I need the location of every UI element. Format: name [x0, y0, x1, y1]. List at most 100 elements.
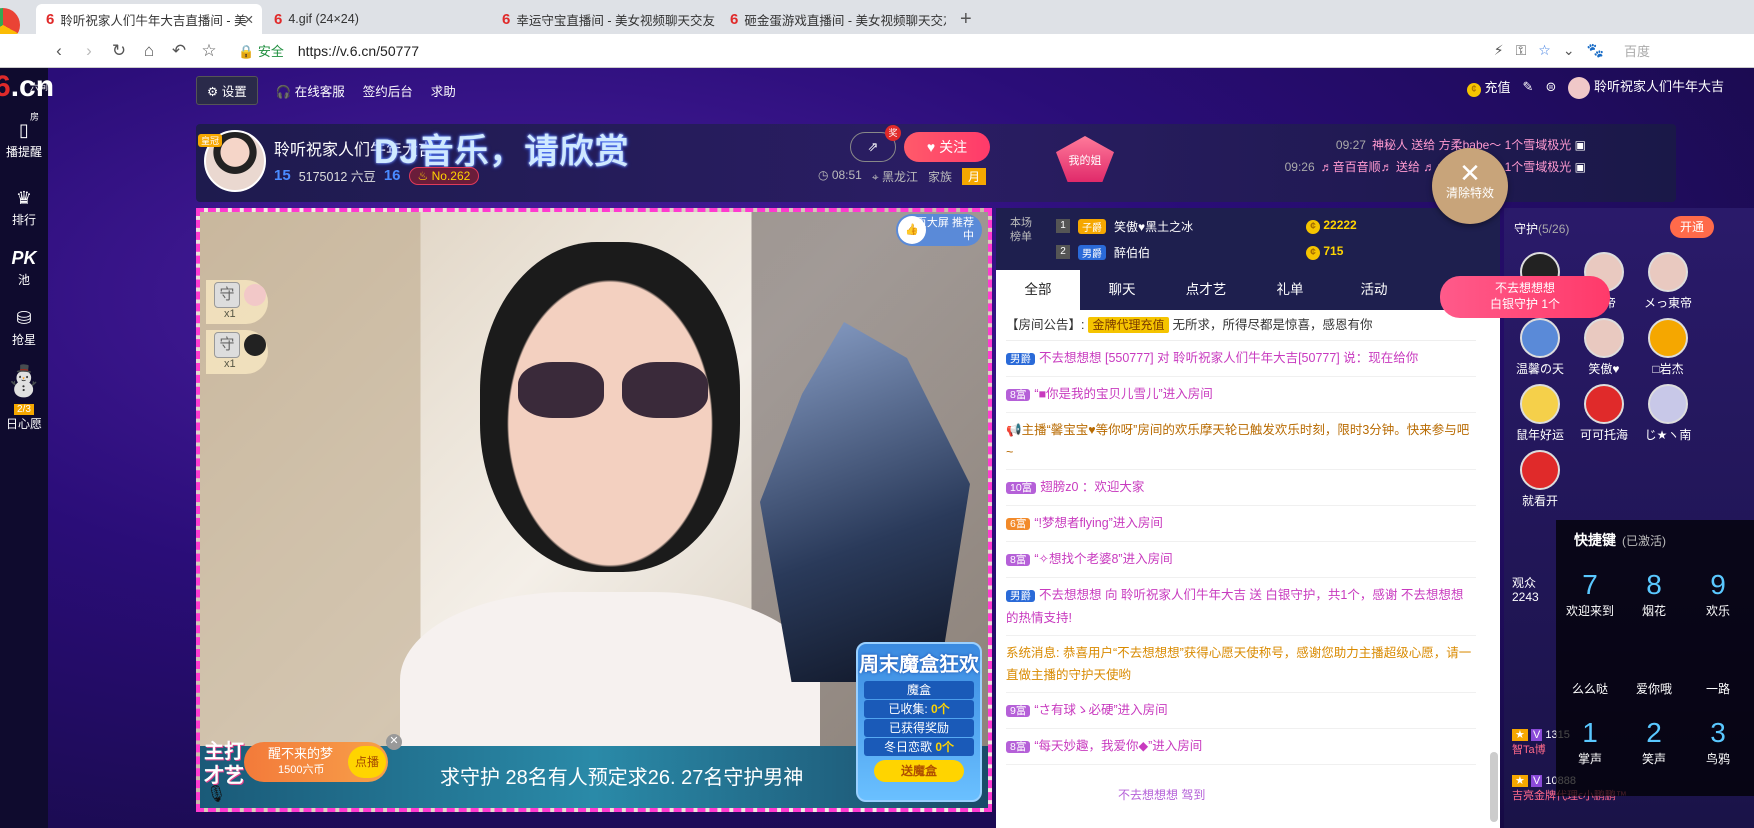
chat-list: 【房间公告】: 金牌代理充值 无所求，所得尽都是惊喜，感恩有你 男爵 不去想想想 [5…: [996, 310, 1486, 828]
nav-wish[interactable]: ⛄ 2/3 日心愿: [0, 364, 48, 432]
shortcut-key[interactable]: 9 欢乐: [1688, 568, 1748, 619]
gift-feed-item: 09:27 神秘人 送给 方柔babe～ 1个雪域极光 ▣: [1335, 138, 1586, 152]
new-tab-icon[interactable]: +: [960, 4, 972, 34]
shortcut-key[interactable]: 一路: [1688, 646, 1748, 697]
mic-icon[interactable]: 🎙: [206, 784, 226, 804]
browser-tab-2[interactable]: 6 4.gif (24×24): [264, 4, 490, 34]
stream-time: ◷ 08:51: [818, 168, 862, 182]
undo-icon[interactable]: ↶: [164, 41, 194, 61]
guard-member[interactable]: 就看开: [1510, 450, 1570, 509]
rank-board: 本场 榜单 1 子爵 笑傲♥黑土之冰 ¢ 22222 2 男爵 醉伯伯 ¢ 715: [996, 208, 1500, 270]
search-engine-input[interactable]: 百度: [1624, 41, 1744, 60]
tab-gifts[interactable]: 礼单: [1248, 270, 1332, 310]
close-icon[interactable]: ✕: [386, 734, 402, 750]
recharge-link[interactable]: ¢ 充值: [1466, 77, 1511, 98]
shortcut-key[interactable]: 爱你哦: [1624, 646, 1684, 697]
address-bar: ‹ › ↻ ⌂ ↶ ☆ 🔒 安全 https://v.6.cn/50777 ⚡ …: [0, 34, 1754, 68]
shortcut-key[interactable]: 3 鸟鸦: [1688, 716, 1748, 767]
v-icon: V: [1530, 775, 1543, 787]
chat-panel: 本场 榜单 1 子爵 笑傲♥黑土之冰 ¢ 22222 2 男爵 醉伯伯 ¢ 715 全部 聊…: [996, 208, 1500, 828]
audience-count[interactable]: 观众 2243: [1512, 576, 1539, 604]
reload-icon[interactable]: ↻: [104, 41, 134, 61]
featured-badge[interactable]: 👍 首页大屏 推荐中: [896, 214, 982, 246]
chevron-down-icon[interactable]: ⌄: [1563, 42, 1575, 59]
chat-message: 8富 “■你是我的宝贝儿雪儿”进入房间: [1006, 377, 1476, 413]
clear-effects-button[interactable]: ✕ 清除特效: [1432, 148, 1508, 224]
key-icon[interactable]: ⚿: [1516, 42, 1527, 59]
left-nav: 6.cn 六间房 ▯ 播提醒 ♛ 排行 PK 池 ⛁ 抢星 ⛄ 2/3 日心愿: [0, 68, 54, 828]
browser-tab-1[interactable]: 6 聆听祝家人们牛年大吉直播间 - 美 ✕: [36, 4, 262, 34]
chat-message: 6富 “!梦想者flying”进入房间: [1006, 506, 1476, 542]
shortcut-key[interactable]: 2 笑声: [1624, 716, 1684, 767]
shortcut-key[interactable]: 么么哒: [1560, 646, 1620, 697]
settings-button[interactable]: ⚙ 设置: [196, 76, 258, 105]
browser-tab-4[interactable]: 6 砸金蛋游戏直播间 - 美女视频聊天交友: [720, 4, 946, 34]
shortcut-key[interactable]: 8 烟花: [1624, 568, 1684, 619]
guard-badge[interactable]: 守 x1: [206, 330, 268, 374]
tab-label: 4.gif (24×24): [288, 12, 359, 26]
browser-tab-3[interactable]: 6 幸运守宝直播间 - 美女视频聊天交友: [492, 4, 718, 34]
chat-message: 8富 “✧想找个老婆8”进入房间: [1006, 542, 1476, 578]
star-icon[interactable]: ☆: [194, 41, 224, 61]
guard-member[interactable]: 可可托海: [1574, 384, 1634, 443]
rank-label[interactable]: 本场 榜单: [1006, 216, 1036, 244]
host-wealth: 16: [383, 167, 401, 184]
guard-member[interactable]: 温馨の天: [1510, 318, 1570, 377]
avatar: [244, 334, 266, 356]
six-favicon-icon: 6: [274, 10, 283, 28]
guard-member[interactable]: 鼠年好运: [1510, 384, 1570, 443]
rank-row[interactable]: 2 男爵 醉伯伯 ¢ 715: [1056, 240, 1486, 264]
my-dear-badge[interactable]: 我的姐: [1056, 136, 1114, 182]
nav-rank[interactable]: ♛ 排行: [0, 188, 48, 228]
site-logo[interactable]: 6.cn 六间房: [0, 72, 54, 123]
top-right: ¢ 充值 ✎ ⊜ 聆听祝家人们牛年大吉: [1466, 76, 1724, 99]
rank-row[interactable]: 1 子爵 笑傲♥黑土之冰 ¢ 22222: [1056, 214, 1486, 238]
guard-member[interactable]: 笑傲♥: [1574, 318, 1634, 377]
guard-member[interactable]: メっ東帝: [1638, 252, 1698, 311]
tab-activity[interactable]: 活动: [1332, 270, 1416, 310]
send-box-button[interactable]: 送魔盒: [874, 760, 964, 782]
service-link[interactable]: 🎧 在线客服: [276, 81, 345, 100]
user-menu[interactable]: 聆听祝家人们牛年大吉: [1568, 76, 1724, 99]
shortcut-key[interactable]: 1 掌声: [1560, 716, 1620, 767]
song-request-card[interactable]: 醒不来的梦 1500六币 点播: [244, 742, 388, 782]
tab-chat[interactable]: 聊天: [1080, 270, 1164, 310]
guard-badge[interactable]: 守 x1: [206, 280, 268, 324]
share-button[interactable]: ⇗ 奖: [850, 125, 901, 162]
follow-button[interactable]: ♥ 关注: [904, 132, 990, 162]
guard-member[interactable]: じ★ヽ南: [1638, 384, 1698, 443]
gift-icon: ▣: [1574, 138, 1586, 152]
url-field[interactable]: https://v.6.cn/50777: [298, 43, 419, 59]
guard-member[interactable]: □岩杰: [1638, 318, 1698, 377]
lightning-icon[interactable]: ⚡: [1494, 42, 1504, 59]
basket-icon: ⛁: [16, 308, 32, 328]
chat-scrollbar[interactable]: [1490, 752, 1498, 822]
shield-icon: 守: [214, 332, 240, 358]
edit-icon[interactable]: ✎: [1523, 79, 1534, 95]
checkin-link[interactable]: 签约后台: [363, 81, 413, 100]
request-button[interactable]: 点播: [348, 746, 386, 778]
tab-talent[interactable]: 点才艺: [1164, 270, 1248, 310]
nav-remind[interactable]: ▯ 播提醒: [0, 120, 48, 160]
forward-icon[interactable]: ›: [74, 41, 104, 61]
six-favicon-icon: 6: [502, 10, 511, 28]
nav-pk[interactable]: PK 池: [0, 248, 48, 288]
nav-star[interactable]: ⛁ 抢星: [0, 308, 48, 348]
tab-label: 聆听祝家人们牛年大吉直播间 - 美: [60, 13, 247, 28]
close-icon[interactable]: ✕: [244, 12, 254, 27]
chat-tabs: 全部 聊天 点才艺 礼单 活动: [996, 270, 1500, 310]
shortcut-key[interactable]: 7 欢迎来到: [1560, 568, 1620, 619]
magic-box-promo[interactable]: 周末魔盒狂欢 魔盒 已收集: 0个 已获得奖励 冬日恋歌 0个 送魔盒: [856, 642, 982, 802]
rank-badge[interactable]: ♨ No.262: [408, 166, 480, 185]
message-icon[interactable]: ⊜: [1545, 79, 1556, 95]
help-link[interactable]: 求助: [431, 81, 456, 100]
video-player[interactable]: 👍 首页大屏 推荐中 守 x1 守 x1 主打 才艺 醒不来的梦 1500六币 点播 ✕ …: [196, 208, 992, 812]
location: ⌖ 黑龙江: [871, 170, 918, 184]
chat-message: 男爵 不去想想想 向 聆听祝家人们牛年大吉 送 白银守护，共1个，感谢 不去想想想…: [1006, 578, 1476, 636]
vip-badge: 皇冠: [198, 134, 223, 147]
home-icon[interactable]: ⌂: [134, 41, 164, 61]
bookmark-star-icon[interactable]: ☆: [1538, 42, 1551, 59]
back-icon[interactable]: ‹: [44, 41, 74, 61]
open-guard-button[interactable]: 开通: [1670, 216, 1714, 238]
tab-all[interactable]: 全部: [996, 270, 1080, 310]
